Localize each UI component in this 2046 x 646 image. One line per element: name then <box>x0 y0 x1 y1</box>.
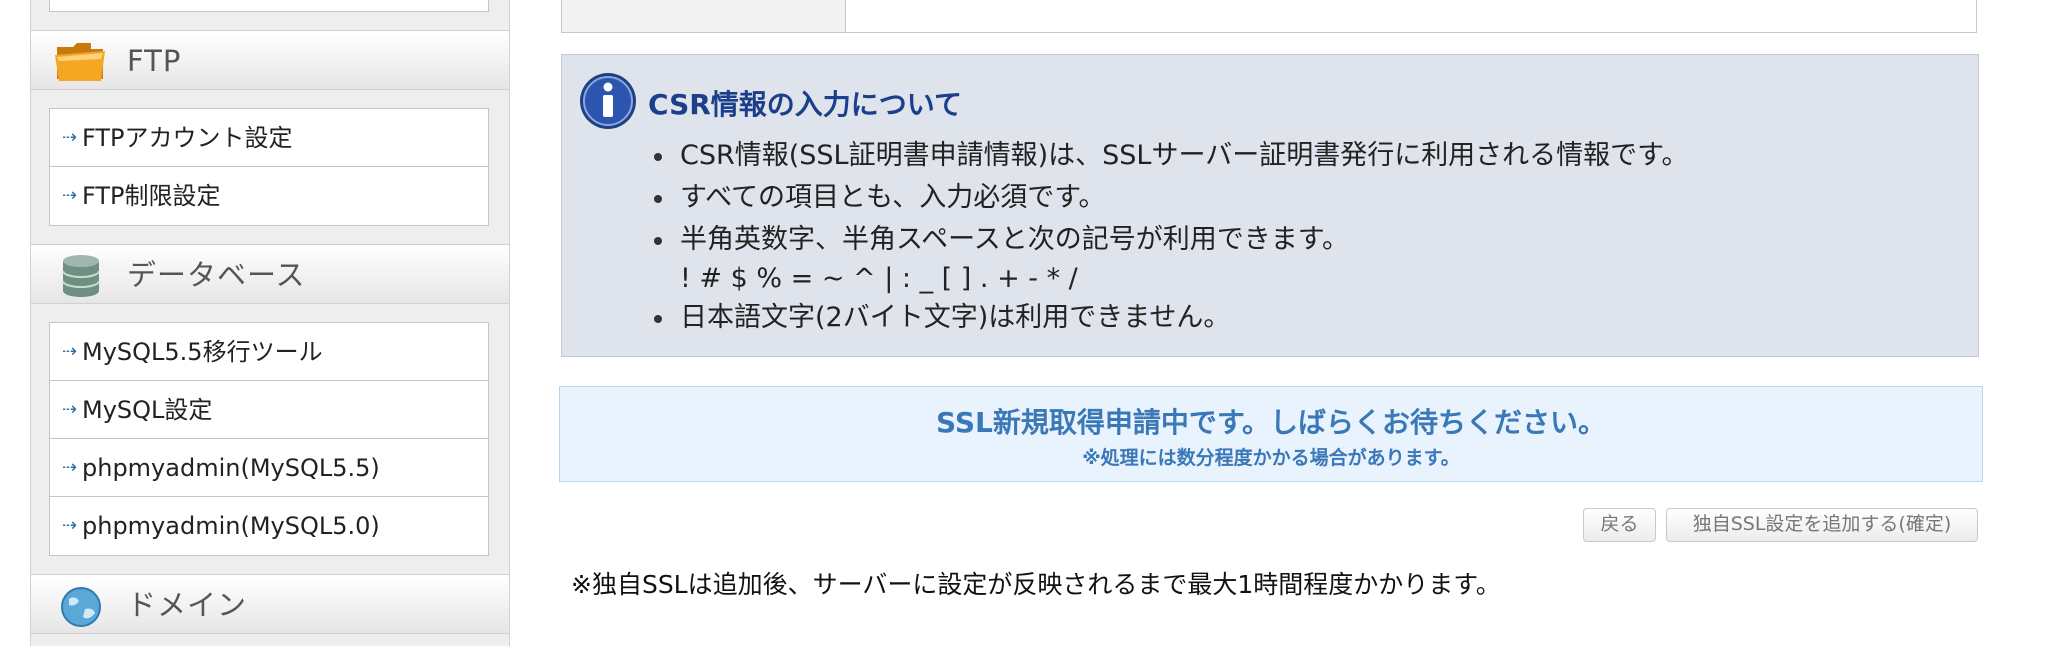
folder-icon <box>55 43 105 81</box>
sidebar-item-label: MySQL設定 <box>82 396 213 424</box>
allowed-symbols: ! # $ % = ~ ^ | : _ [ ] . + - * / <box>680 263 1078 294</box>
sidebar-category-ftp: FTP <box>31 30 509 90</box>
status-message-box: SSL新規取得申請中です。しばらくお待ちください。 ※処理には数分程度かかる場合… <box>559 386 1983 482</box>
csr-info-list: CSR情報(SSL証明書申請情報)は、SSLサーバー証明書発行に利用される情報で… <box>654 135 1960 339</box>
sidebar-item-label: FTP制限設定 <box>82 182 221 210</box>
sidebar-item-label: MySQL5.5移行ツール <box>82 338 323 366</box>
sidebar-item-mysql-settings[interactable]: ⇢ MySQL設定 <box>50 381 488 439</box>
arrow-right-icon: ⇢ <box>62 399 78 420</box>
csr-info-box: CSR情報の入力について CSR情報(SSL証明書申請情報)は、SSLサーバー証… <box>561 54 1979 357</box>
arrow-right-icon: ⇢ <box>62 515 78 536</box>
list-item: 日本語文字(2バイト文字)は利用できません。 <box>654 297 1960 339</box>
sidebar-category-database: データベース <box>31 244 509 304</box>
sidebar-category-label: ドメイン <box>127 588 248 622</box>
list-item: CSR情報(SSL証明書申請情報)は、SSLサーバー証明書発行に利用される情報で… <box>654 135 1960 177</box>
arrow-right-icon: ⇢ <box>62 185 78 206</box>
sidebar-item-label: phpmyadmin(MySQL5.0) <box>82 512 380 540</box>
form-table-label-cell <box>562 0 846 32</box>
sidebar-item-ftp-account[interactable]: ⇢ FTPアカウント設定 <box>50 109 488 167</box>
form-table-bottom <box>561 0 1977 33</box>
sidebar-item-phpmyadmin-50[interactable]: ⇢ phpmyadmin(MySQL5.0) <box>50 497 488 555</box>
list-item: 半角英数字、半角スペースと次の記号が利用できます。 <box>654 219 1960 261</box>
info-icon <box>580 73 636 129</box>
sidebar: FTP ⇢ FTPアカウント設定 ⇢ FTP制限設定 データベース ⇢ MySQL5.… <box>30 0 510 646</box>
arrow-right-icon: ⇢ <box>62 341 78 362</box>
sidebar-previous-menu-box <box>49 0 489 12</box>
arrow-right-icon: ⇢ <box>62 127 78 148</box>
status-note: ※処理には数分程度かかる場合があります。 <box>1082 447 1460 469</box>
sidebar-menu-database: ⇢ MySQL5.5移行ツール ⇢ MySQL設定 ⇢ phpmyadmin(MySQ… <box>49 322 489 556</box>
sidebar-item-label: FTPアカウント設定 <box>82 124 293 152</box>
database-icon <box>62 255 100 297</box>
sidebar-item-ftp-restriction[interactable]: ⇢ FTP制限設定 <box>50 167 488 225</box>
csr-info-title: CSR情報の入力について <box>648 88 962 121</box>
sidebar-item-mysql-migration[interactable]: ⇢ MySQL5.5移行ツール <box>50 323 488 381</box>
globe-icon <box>61 587 101 627</box>
sidebar-item-phpmyadmin-55[interactable]: ⇢ phpmyadmin(MySQL5.5) <box>50 439 488 497</box>
confirm-add-ssl-button[interactable]: 独自SSL設定を追加する(確定) <box>1666 508 1978 542</box>
sidebar-category-domain: ドメイン <box>31 574 509 634</box>
status-message: SSL新規取得申請中です。しばらくお待ちください。 <box>935 406 1607 439</box>
list-item: すべての項目とも、入力必須です。 <box>654 177 1960 219</box>
sidebar-menu-ftp: ⇢ FTPアカウント設定 ⇢ FTP制限設定 <box>49 108 489 226</box>
sidebar-category-label: データベース <box>127 258 306 292</box>
arrow-right-icon: ⇢ <box>62 457 78 478</box>
sidebar-item-label: phpmyadmin(MySQL5.5) <box>82 454 380 482</box>
footer-note: ※独自SSLは追加後、サーバーに設定が反映されるまで最大1時間程度かかります。 <box>571 570 1501 599</box>
sidebar-category-label: FTP <box>127 44 182 78</box>
back-button[interactable]: 戻る <box>1583 508 1656 542</box>
